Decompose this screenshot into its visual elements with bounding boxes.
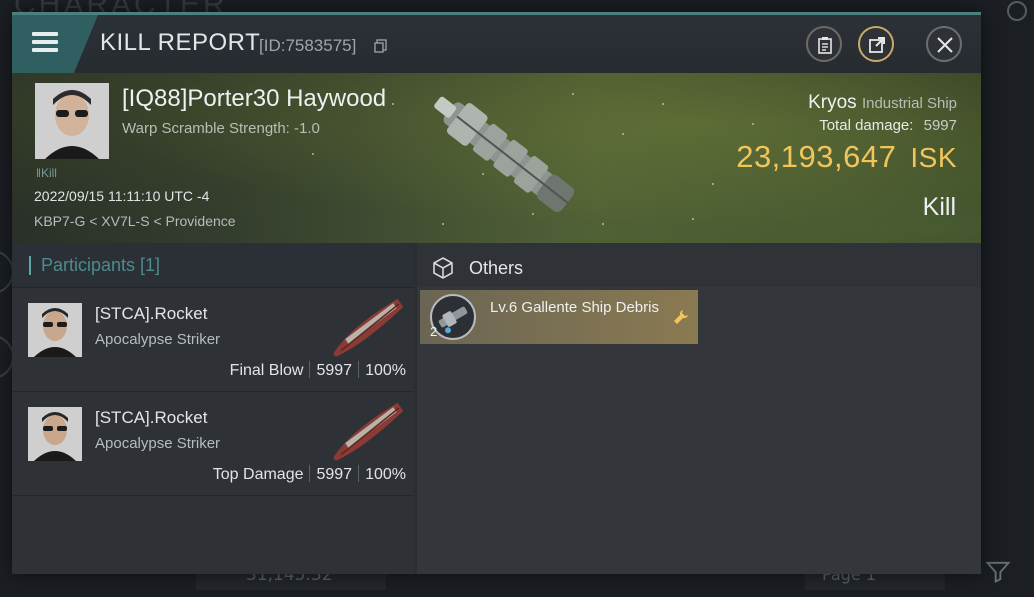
- participant-role: Final Blow: [229, 362, 304, 379]
- close-button[interactable]: [926, 26, 962, 62]
- kill-location[interactable]: KBP7-G < XV7L-S < Providence: [34, 213, 236, 229]
- total-damage-value: 5997: [923, 117, 957, 134]
- participants-title: Participants [1]: [41, 255, 161, 275]
- isk-value: 23,193,647: [736, 139, 897, 174]
- participant-ship: Apocalypse Striker: [95, 435, 221, 452]
- share-button[interactable]: [858, 26, 894, 62]
- participants-header: Participants [1]: [12, 243, 414, 288]
- clipboard-icon: [818, 37, 832, 54]
- kill-result: Kill: [922, 193, 956, 221]
- others-panel: Others 2 Lv.6 Gallente Ship Debris: [417, 243, 981, 574]
- cube-icon: [433, 257, 453, 279]
- report-id: [ID:7583575]: [259, 36, 357, 55]
- kill-report-dialog: KILL REPORT [ID:7583575] [IQ88]Porter30 …: [12, 12, 981, 574]
- participant-row[interactable]: [STCA].Rocket Apocalypse Striker Final B…: [12, 288, 414, 392]
- total-damage-row: Total damage: 5997: [819, 117, 957, 134]
- item-card[interactable]: 2 Lv.6 Gallente Ship Debris: [420, 290, 698, 344]
- title-bar: KILL REPORT [ID:7583575]: [12, 15, 981, 73]
- item-name: Lv.6 Gallente Ship Debris: [490, 299, 659, 316]
- participant-ship-image: [333, 298, 404, 357]
- menu-button[interactable]: [12, 15, 98, 73]
- wrench-icon[interactable]: [672, 308, 690, 326]
- kill-tag-label: Kill: [40, 166, 57, 180]
- participant-ship-image: [333, 402, 404, 461]
- participants-panel: Participants [1] [STCA].Rocket Apocalyps…: [12, 243, 414, 574]
- participant-stats: Final Blow 5997 100%: [230, 361, 406, 380]
- report-button[interactable]: [806, 26, 842, 62]
- participant-name[interactable]: [STCA].Rocket: [95, 408, 207, 428]
- isk-unit: ISK: [910, 142, 957, 173]
- others-title: Others: [469, 258, 524, 278]
- victim-name[interactable]: [IQ88]Porter30 Haywood: [122, 85, 386, 113]
- participant-damage: 5997: [316, 466, 353, 483]
- participant-avatar[interactable]: [28, 407, 82, 461]
- victim-ship: Kryos Industrial Ship: [808, 92, 957, 114]
- warp-scramble-strength: Warp Scramble Strength: -1.0: [122, 120, 320, 137]
- copy-icon[interactable]: [374, 39, 388, 53]
- participant-role: Top Damage: [212, 466, 304, 483]
- victim-avatar[interactable]: [35, 83, 109, 159]
- corner-close-icon: [1007, 1, 1027, 21]
- close-icon: [937, 37, 953, 53]
- victim-ship-name[interactable]: Kryos: [808, 92, 857, 113]
- participant-percent: 100%: [365, 362, 406, 379]
- participant-damage: 5997: [316, 362, 353, 379]
- kill-summary-banner: [IQ88]Porter30 Haywood Warp Scramble Str…: [12, 73, 981, 243]
- page-title: KILL REPORT: [100, 29, 261, 56]
- participant-name[interactable]: [STCA].Rocket: [95, 304, 207, 324]
- others-header: Others: [417, 243, 981, 287]
- isk-value-row: 23,193,647 ISK: [736, 139, 957, 175]
- participant-avatar[interactable]: [28, 303, 82, 357]
- kill-tag: ‖Kill: [36, 166, 57, 180]
- destroyed-ship-image: [434, 96, 575, 212]
- participant-percent: 100%: [365, 466, 406, 483]
- participant-stats: Top Damage 5997 100%: [213, 465, 406, 484]
- participant-ship: Apocalypse Striker: [95, 331, 221, 348]
- victim-ship-class: Industrial Ship: [861, 95, 957, 112]
- kill-datetime: 2022/09/15 11:11:10 UTC -4: [34, 188, 210, 204]
- filter-icon: [985, 561, 1011, 584]
- item-quantity: 2: [430, 324, 438, 339]
- participant-row[interactable]: [STCA].Rocket Apocalypse Striker Top Dam…: [12, 392, 414, 496]
- share-external-icon: [869, 37, 885, 53]
- total-damage-label: Total damage:: [819, 117, 914, 134]
